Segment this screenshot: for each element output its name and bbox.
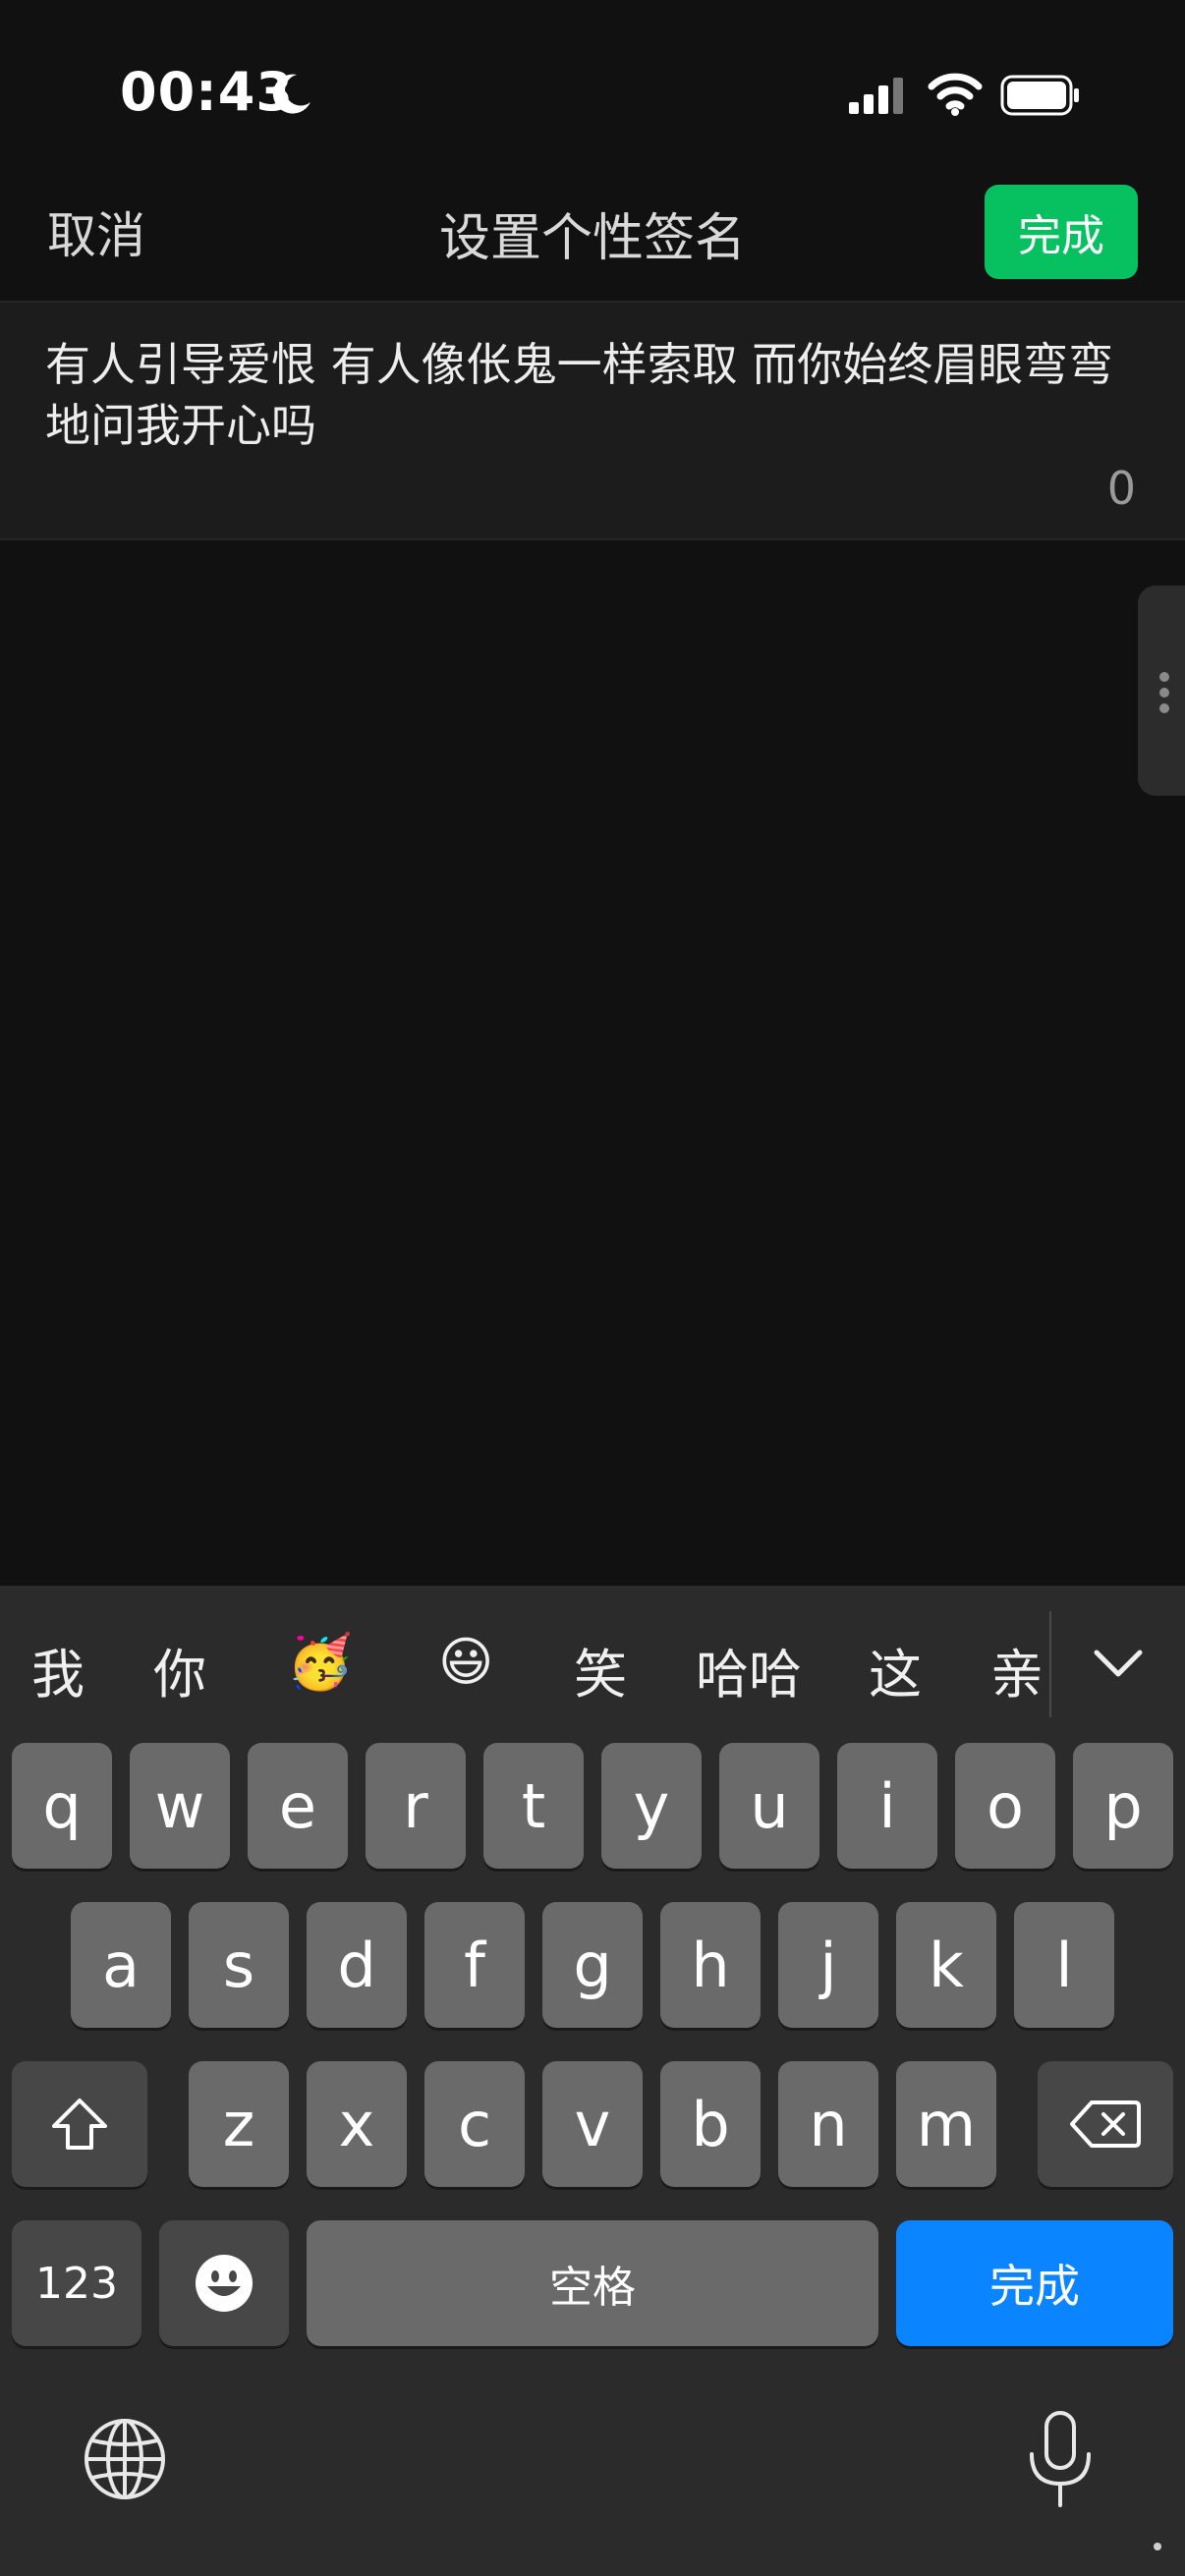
key-t[interactable]: t bbox=[483, 1743, 584, 1869]
cellular-signal-icon bbox=[849, 78, 903, 114]
shift-icon bbox=[52, 2099, 107, 2150]
cancel-button[interactable]: 取消 bbox=[47, 196, 145, 267]
key-c[interactable]: c bbox=[424, 2061, 525, 2187]
key-e[interactable]: e bbox=[248, 1743, 348, 1869]
candidate-emoji[interactable]: 😃 bbox=[438, 1631, 493, 1693]
handle-dot bbox=[1159, 688, 1169, 698]
key-w[interactable]: w bbox=[130, 1743, 230, 1869]
delete-key[interactable] bbox=[1038, 2061, 1173, 2187]
key-n[interactable]: n bbox=[778, 2061, 878, 2187]
globe-icon[interactable] bbox=[83, 2417, 167, 2501]
candidate-word[interactable]: 这 bbox=[869, 1631, 922, 1708]
key-p[interactable]: p bbox=[1073, 1743, 1173, 1869]
key-f[interactable]: f bbox=[424, 1902, 525, 2028]
key-z[interactable]: z bbox=[189, 2061, 289, 2187]
done-button[interactable]: 完成 bbox=[985, 185, 1138, 279]
handle-dot bbox=[1159, 672, 1169, 682]
key-o[interactable]: o bbox=[955, 1743, 1055, 1869]
key-u[interactable]: u bbox=[719, 1743, 819, 1869]
key-x[interactable]: x bbox=[307, 2061, 407, 2187]
key-s[interactable]: s bbox=[189, 1902, 289, 2028]
key-v[interactable]: v bbox=[542, 2061, 643, 2187]
key-l[interactable]: l bbox=[1014, 1902, 1114, 2028]
space-key[interactable]: 空格 bbox=[307, 2220, 878, 2346]
microphone-icon[interactable] bbox=[1020, 2409, 1100, 2511]
candidate-word[interactable]: 笑 bbox=[574, 1631, 627, 1708]
side-drawer-handle[interactable] bbox=[1138, 586, 1185, 796]
wifi-icon bbox=[928, 73, 983, 116]
key-y[interactable]: y bbox=[601, 1743, 702, 1869]
candidate-word[interactable]: 亲 bbox=[990, 1631, 1049, 1708]
key-q[interactable]: q bbox=[12, 1743, 112, 1869]
candidate-emoji[interactable]: 🥳 bbox=[287, 1631, 353, 1694]
chevron-down-icon[interactable] bbox=[1089, 1639, 1148, 1690]
corner-indicator bbox=[1154, 2543, 1161, 2550]
character-count: 0 bbox=[1106, 462, 1136, 515]
key-m[interactable]: m bbox=[896, 2061, 996, 2187]
key-r[interactable]: r bbox=[366, 1743, 466, 1869]
emoji-key[interactable] bbox=[159, 2220, 289, 2346]
shift-key[interactable] bbox=[12, 2061, 147, 2187]
moon-icon bbox=[272, 74, 310, 114]
key-h[interactable]: h bbox=[660, 1902, 761, 2028]
candidate-word[interactable]: 哈哈 bbox=[696, 1631, 802, 1708]
key-d[interactable]: d bbox=[307, 1902, 407, 2028]
handle-dot bbox=[1159, 703, 1169, 713]
key-k[interactable]: k bbox=[896, 1902, 996, 2028]
return-done-key[interactable]: 完成 bbox=[896, 2220, 1173, 2346]
candidate-word[interactable]: 你 bbox=[153, 1631, 206, 1708]
numbers-key[interactable]: 123 bbox=[12, 2220, 141, 2346]
key-j[interactable]: j bbox=[778, 1902, 878, 2028]
key-i[interactable]: i bbox=[837, 1743, 937, 1869]
key-g[interactable]: g bbox=[542, 1902, 643, 2028]
key-b[interactable]: b bbox=[660, 2061, 761, 2187]
backspace-icon bbox=[1070, 2100, 1141, 2148]
battery-icon bbox=[1000, 75, 1079, 116]
emoji-icon bbox=[196, 2255, 253, 2312]
signature-text-field[interactable]: 有人引导爱恨 有人像伥鬼一样索取 而你始终眉眼弯弯地问我开心吗 bbox=[45, 334, 1146, 456]
candidate-divider bbox=[1049, 1611, 1051, 1717]
candidate-word[interactable]: 我 bbox=[31, 1631, 85, 1708]
key-a[interactable]: a bbox=[71, 1902, 171, 2028]
